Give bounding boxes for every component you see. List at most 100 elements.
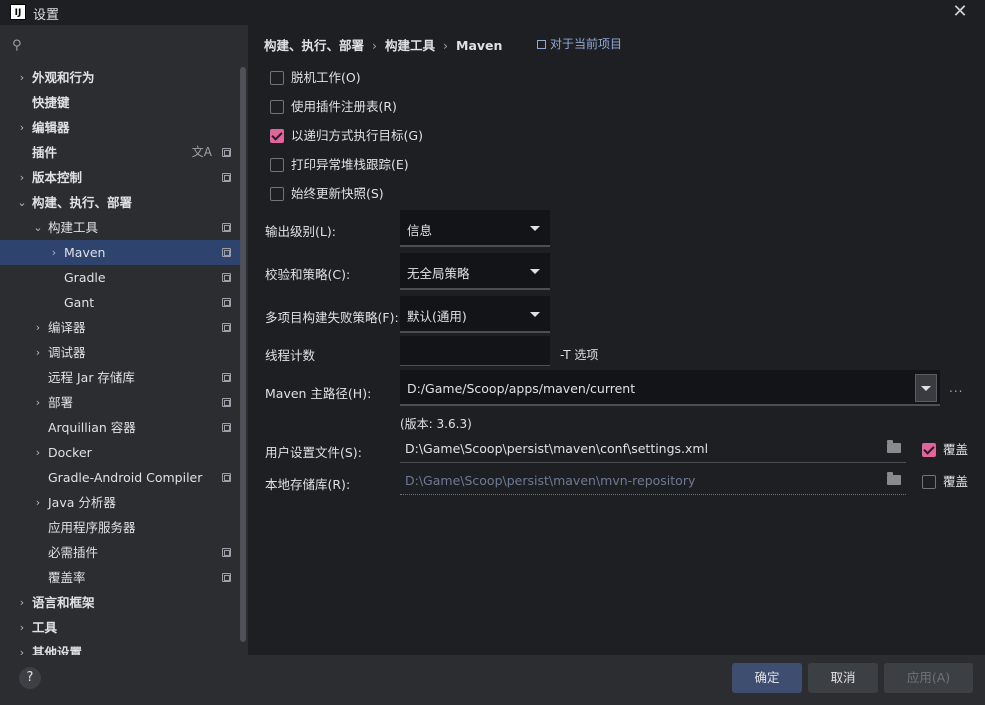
sidebar-item-languages[interactable]: › 语言和框架 (0, 590, 240, 615)
project-scope-icon (222, 298, 231, 307)
sidebar-item-label: 工具 (32, 620, 58, 635)
local-repo-field[interactable]: D:\Game\Scoop\persist\maven\mvn-reposito… (400, 465, 906, 495)
sidebar-item-label: 插件 (32, 145, 58, 160)
settings-tree: › 外观和行为 快捷键 › 编辑器 插件 文A › 版本控制 ⌄ 构建、执行、部… (0, 65, 240, 655)
dropdown-value: 信息 (407, 223, 433, 238)
sidebar-item-label: 其他设置 (32, 645, 83, 655)
offline-checkbox[interactable] (270, 71, 284, 85)
dialog-footer: ? 确定 取消 应用(A) (0, 655, 985, 705)
override-checkbox[interactable] (922, 475, 936, 489)
close-icon[interactable]: ✕ (949, 1, 971, 23)
thread-count-hint: -T 选项 (560, 348, 599, 362)
sidebar-item-plugins[interactable]: 插件 文A (0, 140, 240, 165)
maven-version-text: (版本: 3.6.3) (400, 417, 472, 431)
breadcrumb-item[interactable]: 构建工具 (385, 38, 435, 53)
sidebar-item-build-tools[interactable]: ⌄ 构建工具 (0, 215, 240, 240)
sidebar-item-debugger[interactable]: › 调试器 (0, 340, 240, 365)
sidebar-item-build-exec-deploy[interactable]: ⌄ 构建、执行、部署 (0, 190, 240, 215)
sidebar-item-label: 远程 Jar 存储库 (48, 370, 135, 385)
sidebar-item-remote-jar[interactable]: 远程 Jar 存储库 (0, 365, 240, 390)
breadcrumb-separator: › (372, 38, 378, 53)
sidebar-item-java-profiler[interactable]: › Java 分析器 (0, 490, 240, 515)
update-snapshots-checkbox[interactable] (270, 187, 284, 201)
sidebar-item-label: 调试器 (48, 345, 86, 360)
recursive-checkbox[interactable] (270, 129, 284, 143)
sidebar-item-required-plugins[interactable]: 必需插件 (0, 540, 240, 565)
checksum-policy-label: 校验和策略(C): (265, 267, 351, 282)
settings-sidebar: ⚲ › 外观和行为 快捷键 › 编辑器 插件 文A › 版本控制 ⌄ 构建、执行… (0, 25, 248, 655)
sidebar-item-label: 应用程序服务器 (48, 520, 136, 535)
window-title: 设置 (33, 8, 60, 23)
user-settings-field[interactable]: D:\Game\Scoop\persist\maven\conf\setting… (400, 433, 906, 463)
combobox-arrow-button[interactable] (915, 374, 937, 402)
breadcrumb-item[interactable]: 构建、执行、部署 (264, 38, 364, 53)
sidebar-item-compiler[interactable]: › 编译器 (0, 315, 240, 340)
breadcrumb: 构建、执行、部署 › 构建工具 › Maven (264, 35, 502, 54)
sidebar-item-coverage[interactable]: 覆盖率 (0, 565, 240, 590)
checksum-policy-dropdown[interactable]: 无全局策略 (400, 253, 550, 290)
sidebar-item-label: 编译器 (48, 320, 86, 335)
sidebar-item-keymap[interactable]: 快捷键 (0, 90, 240, 115)
thread-count-input[interactable] (400, 336, 550, 366)
breadcrumb-current: Maven (456, 38, 503, 53)
translate-icon: 文A (191, 145, 212, 159)
dropdown-value: 无全局策略 (407, 266, 470, 281)
sidebar-item-tools[interactable]: › 工具 (0, 615, 240, 640)
local-repo-value: D:\Game\Scoop\persist\maven\mvn-reposito… (405, 473, 696, 488)
checkbox-label: 始终更新快照(S) (291, 186, 384, 201)
sidebar-item-app-servers[interactable]: 应用程序服务器 (0, 515, 240, 540)
sidebar-item-label: 版本控制 (32, 170, 83, 185)
search-input[interactable] (36, 35, 236, 57)
chevron-right-icon: › (19, 171, 25, 184)
sidebar-item-gant[interactable]: Gant (0, 290, 240, 315)
checkbox-label: 打印异常堆栈跟踪(E) (291, 157, 409, 172)
maven-home-value: D:/Game/Scoop/apps/maven/current (407, 381, 636, 396)
sidebar-item-other[interactable]: › 其他设置 (0, 640, 240, 655)
sidebar-item-appearance[interactable]: › 外观和行为 (0, 65, 240, 90)
sidebar-item-editor[interactable]: › 编辑器 (0, 115, 240, 140)
sidebar-scrollbar[interactable] (240, 67, 246, 642)
ok-button[interactable]: 确定 (732, 663, 802, 693)
dropdown-arrow-icon (530, 312, 540, 317)
cancel-button[interactable]: 取消 (808, 663, 878, 693)
fail-policy-label: 多项目构建失败策略(F): (265, 310, 399, 325)
search-box[interactable]: ⚲ (8, 33, 240, 61)
chevron-right-icon: › (35, 321, 41, 334)
chevron-right-icon: › (35, 396, 41, 409)
plugin-registry-checkbox[interactable] (270, 100, 284, 114)
stack-trace-checkbox[interactable] (270, 158, 284, 172)
maven-home-combobox[interactable]: D:/Game/Scoop/apps/maven/current (400, 370, 940, 406)
sidebar-item-vcs[interactable]: › 版本控制 (0, 165, 240, 190)
sidebar-item-label: Arquillian 容器 (48, 420, 136, 435)
sidebar-item-label: 覆盖率 (48, 570, 86, 585)
intellij-app-icon: IJ (10, 4, 26, 20)
sidebar-item-gradle-android[interactable]: Gradle-Android Compiler (0, 465, 240, 490)
dropdown-arrow-icon (530, 269, 540, 274)
title-bar: IJ 设置 ✕ (0, 0, 985, 25)
sidebar-item-gradle[interactable]: Gradle (0, 265, 240, 290)
project-scope-icon (222, 473, 231, 482)
thread-count-label: 线程计数 (265, 348, 316, 363)
breadcrumb-separator: › (443, 38, 449, 53)
local-repo-label: 本地存储库(R): (265, 477, 351, 492)
project-scope-icon (222, 548, 231, 557)
help-icon[interactable]: ? (19, 667, 41, 689)
output-level-dropdown[interactable]: 信息 (400, 210, 550, 247)
sidebar-item-docker[interactable]: › Docker (0, 440, 240, 465)
chevron-right-icon: › (35, 446, 41, 459)
scope-label: 对于当前项目 (550, 37, 623, 51)
sidebar-item-maven[interactable]: › Maven (0, 240, 240, 265)
project-scope-icon (222, 148, 231, 157)
browse-ellipsis-button[interactable]: ... (949, 381, 963, 395)
sidebar-item-deployment[interactable]: › 部署 (0, 390, 240, 415)
override-checkbox[interactable] (922, 443, 936, 457)
apply-button[interactable]: 应用(A) (884, 663, 973, 693)
folder-icon[interactable] (887, 440, 901, 453)
sidebar-item-label: 语言和框架 (32, 595, 95, 610)
chevron-right-icon: › (19, 71, 25, 84)
sidebar-item-label: 构建工具 (48, 220, 99, 235)
project-scope-icon (222, 373, 231, 382)
folder-icon[interactable] (887, 472, 901, 485)
fail-policy-dropdown[interactable]: 默认(通用) (400, 296, 550, 333)
sidebar-item-arquillian[interactable]: Arquillian 容器 (0, 415, 240, 440)
